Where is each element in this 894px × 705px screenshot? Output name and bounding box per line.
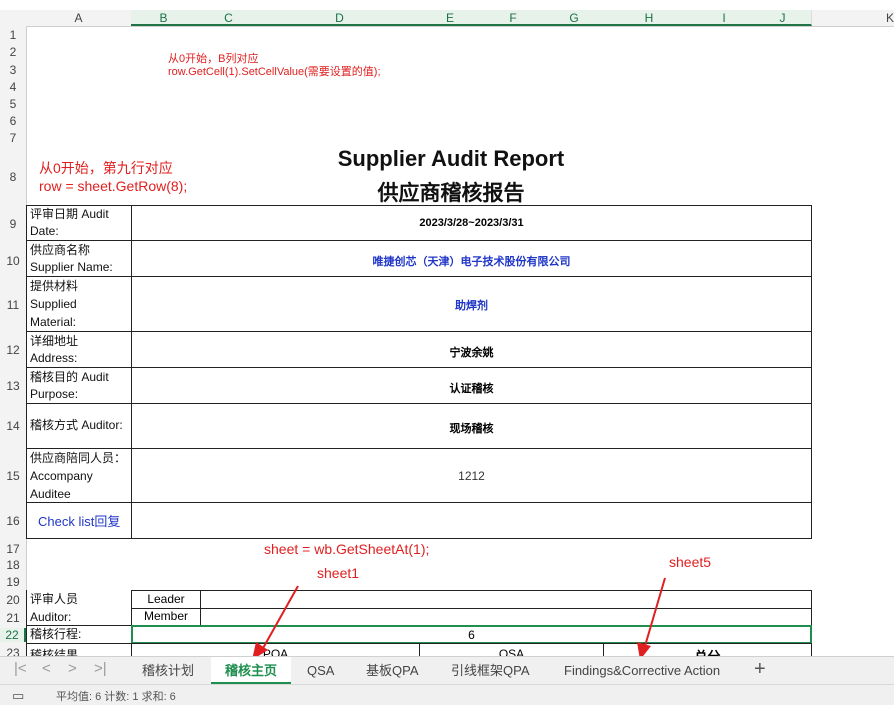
status-bar: ▭ 平均值: 6 计数: 1 求和: 6 <box>0 684 894 705</box>
tab-substrate-qpa[interactable]: 基板QPA <box>352 657 433 685</box>
first-sheet-icon[interactable]: |< <box>14 660 27 677</box>
sheet-tab-bar: |< < > >| 稽核计划 稽核主页 QSA 基板QPA 引线框架QPA Fi… <box>0 656 894 685</box>
next-sheet-icon[interactable]: > <box>68 660 77 677</box>
last-sheet-icon[interactable]: >| <box>94 660 107 677</box>
tab-findings-corrective-action[interactable]: Findings&Corrective Action <box>550 657 734 685</box>
tab-leadframe-qpa[interactable]: 引线框架QPA <box>437 657 544 685</box>
add-sheet-icon[interactable]: + <box>754 658 766 681</box>
sheet-view-icon[interactable]: ▭ <box>12 688 24 704</box>
annotation-arrows <box>252 577 666 660</box>
prev-sheet-icon[interactable]: < <box>42 660 51 677</box>
tab-audit-plan[interactable]: 稽核计划 <box>128 657 208 685</box>
status-summary: 平均值: 6 计数: 1 求和: 6 <box>56 691 176 703</box>
arrow-sheet5 <box>644 577 666 647</box>
tab-audit-home[interactable]: 稽核主页 <box>211 657 292 685</box>
arrow-sheet1 <box>261 585 299 651</box>
tab-qsa[interactable]: QSA <box>293 657 348 685</box>
